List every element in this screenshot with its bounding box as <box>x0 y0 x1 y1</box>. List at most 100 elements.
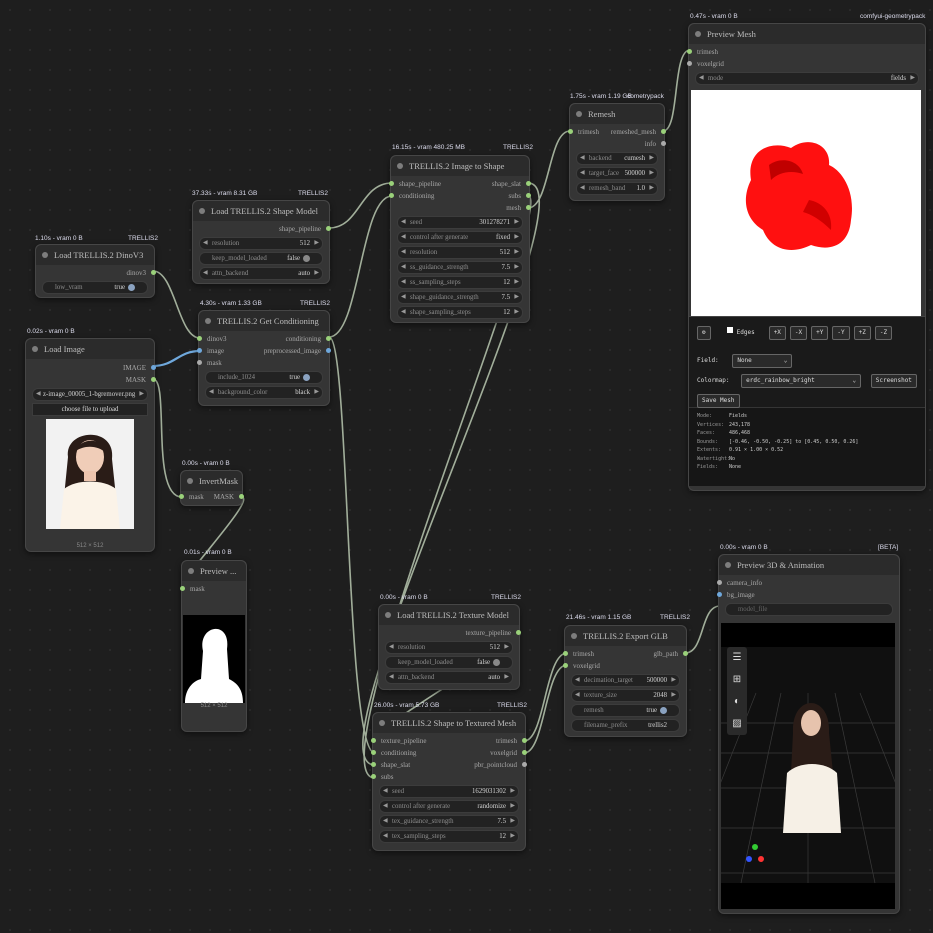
input-pin[interactable] <box>197 336 202 341</box>
slot-row[interactable]: mask MASK <box>179 491 244 503</box>
node-load-texture-model[interactable]: Load TRELLIS.2 Texture Model texture_pip… <box>378 604 521 690</box>
node-load-shape-model[interactable]: Load TRELLIS.2 Shape Model shape_pipelin… <box>192 200 331 284</box>
input-pin[interactable] <box>371 762 376 767</box>
input-pin[interactable] <box>197 360 202 365</box>
output-pin[interactable] <box>526 205 531 210</box>
input-pin[interactable] <box>371 750 376 755</box>
input-pin[interactable] <box>687 61 692 66</box>
widget-tex-steps[interactable]: ◀ tex_sampling_steps 12 ▶ <box>379 830 519 843</box>
widget-decimation-target[interactable]: ◀ decimation_target 500000 ▶ <box>571 674 680 687</box>
input-pin[interactable] <box>180 586 185 591</box>
node-export-glb[interactable]: TRELLIS.2 Export GLB trimesh glb_path vox… <box>563 625 688 737</box>
node-header[interactable]: TRELLIS.2 Shape to Textured Mesh <box>373 713 525 733</box>
slot-row[interactable]: subs <box>371 771 525 783</box>
output-pin[interactable] <box>326 226 331 231</box>
edges-checkbox[interactable] <box>726 327 733 334</box>
output-pin[interactable] <box>326 336 331 341</box>
output-slot-image[interactable]: IMAGE <box>26 362 156 374</box>
widget-seed[interactable]: ◀ seed 301278271 ▶ <box>397 216 523 229</box>
output-slot[interactable]: texture_pipeline <box>379 627 521 639</box>
view-plus-y-button[interactable]: +Y <box>811 326 829 340</box>
node-invert-mask[interactable]: InvertMask mask MASK <box>179 470 244 506</box>
slot-row[interactable]: mask <box>180 583 246 595</box>
input-pin[interactable] <box>563 651 568 656</box>
node-header[interactable]: Load Image <box>26 339 154 359</box>
colormap-select[interactable]: erdc_rainbow_bright ⌄ <box>741 374 862 388</box>
output-pin[interactable] <box>151 377 156 382</box>
input-pin[interactable] <box>179 494 184 499</box>
slot-row[interactable]: mask <box>197 357 329 369</box>
view-minus-z-button[interactable]: -Z <box>874 326 893 340</box>
widget-resolution[interactable]: ◀ resolution 512 ▶ <box>397 246 523 259</box>
widget-attn-backend[interactable]: ◀ attn_backend auto ▶ <box>385 671 513 684</box>
screenshot-button[interactable]: Screenshot <box>870 374 917 388</box>
output-pin[interactable] <box>526 193 531 198</box>
slot-row[interactable]: voxelgrid <box>563 660 686 672</box>
slot-row[interactable]: shape_pipeline shape_slat <box>389 178 531 190</box>
input-pin[interactable] <box>717 580 722 585</box>
node-header[interactable]: Load TRELLIS.2 DinoV3 <box>36 245 154 265</box>
palette-icon[interactable]: ◐ <box>727 691 747 713</box>
collapse-dot[interactable] <box>379 720 385 726</box>
widget-low-vram[interactable]: low_vram true <box>42 281 148 294</box>
widget-ss-steps[interactable]: ◀ ss_sampling_steps 12 ▶ <box>397 276 523 289</box>
model-file-field[interactable]: model_file <box>725 603 893 616</box>
output-pin[interactable] <box>151 270 156 275</box>
node-preview-mesh[interactable]: Preview Mesh trimesh voxelgrid ◀ mode fiel… <box>687 23 926 491</box>
input-pin[interactable] <box>389 181 394 186</box>
collapse-dot[interactable] <box>205 318 211 324</box>
widget-resolution[interactable]: ◀ resolution 512 ▶ <box>199 237 323 250</box>
input-pin[interactable] <box>563 663 568 668</box>
node-load-image[interactable]: Load Image IMAGE MASK ◀ z-image_00005_1-b… <box>25 338 156 552</box>
output-pin[interactable] <box>661 141 666 146</box>
mesh-viewport[interactable] <box>691 90 921 330</box>
slot-row[interactable]: dinov3 conditioning <box>197 333 331 345</box>
node-header[interactable]: TRELLIS.2 Export GLB <box>565 626 686 646</box>
node-load-dinov3[interactable]: Load TRELLIS.2 DinoV3 dinov3 low_vram tru… <box>35 244 156 298</box>
widget-control-after-generate[interactable]: ◀ control after generate randomize ▶ <box>379 800 519 813</box>
save-mesh-button[interactable]: Save Mesh <box>697 394 740 408</box>
node-header[interactable]: TRELLIS.2 Image to Shape <box>391 156 529 176</box>
gear-icon[interactable]: ⚙ <box>697 326 711 340</box>
widget-keep-model-loaded[interactable]: keep_model_loaded false <box>385 656 513 669</box>
node-header[interactable]: Load TRELLIS.2 Shape Model <box>193 201 329 221</box>
widget-control-after-generate[interactable]: ◀ control after generate fixed ▶ <box>397 231 523 244</box>
widget-seed[interactable]: ◀ seed 1629031302 ▶ <box>379 785 519 798</box>
node-header[interactable]: Remesh <box>570 104 664 124</box>
widget-tex-guidance[interactable]: ◀ tex_guidance_strength 7.5 ▶ <box>379 815 519 828</box>
output-pin[interactable] <box>326 348 331 353</box>
collapse-dot[interactable] <box>187 478 193 484</box>
widget-target-face[interactable]: ◀ target_face 500000 ▶ <box>576 167 658 180</box>
output-pin[interactable] <box>151 365 156 370</box>
slot-row[interactable]: mesh <box>391 202 531 214</box>
widget-texture-size[interactable]: ◀ texture_size 2048 ▶ <box>571 689 680 702</box>
menu-icon[interactable]: ☰ <box>727 647 747 669</box>
output-slot[interactable]: dinov3 <box>36 267 156 279</box>
grid-icon[interactable]: ⊞ <box>727 669 747 691</box>
view-minus-x-button[interactable]: -X <box>789 326 808 340</box>
view-plus-x-button[interactable]: +X <box>768 326 786 340</box>
collapse-dot[interactable] <box>32 346 38 352</box>
slot-row[interactable]: trimesh <box>687 46 925 58</box>
input-pin[interactable] <box>371 774 376 779</box>
node-header[interactable]: Load TRELLIS.2 Texture Model <box>379 605 519 625</box>
slot-row[interactable]: texture_pipeline trimesh <box>371 735 527 747</box>
3d-viewport[interactable]: ☰ ⊞ ◐ ▨ <box>680 623 933 909</box>
node-header[interactable]: Preview Mesh <box>689 24 925 44</box>
collapse-dot[interactable] <box>571 633 577 639</box>
widget-filename-prefix[interactable]: filename_prefix trellis2 <box>571 719 680 732</box>
slot-row[interactable]: voxelgrid <box>687 58 925 70</box>
widget-remesh[interactable]: remesh true <box>571 704 680 717</box>
output-pin[interactable] <box>522 738 527 743</box>
slot-row[interactable]: shape_slat pbr_pointcloud <box>371 759 527 771</box>
node-shape-to-textured-mesh[interactable]: TRELLIS.2 Shape to Textured Mesh texture… <box>371 712 527 851</box>
widget-remesh-band[interactable]: ◀ remesh_band 1.0 ▶ <box>576 182 658 195</box>
node-preview-mask[interactable]: Preview ... mask 512 × 512 <box>180 560 247 732</box>
node-header[interactable]: Preview 3D & Animation <box>719 555 899 575</box>
input-pin[interactable] <box>371 738 376 743</box>
slot-row[interactable]: conditioning subs <box>389 190 531 202</box>
slot-row[interactable]: info <box>570 138 666 150</box>
toggle-icon[interactable] <box>660 706 667 714</box>
slot-row[interactable]: camera_info <box>717 577 899 589</box>
node-header[interactable]: TRELLIS.2 Get Conditioning <box>199 311 329 331</box>
